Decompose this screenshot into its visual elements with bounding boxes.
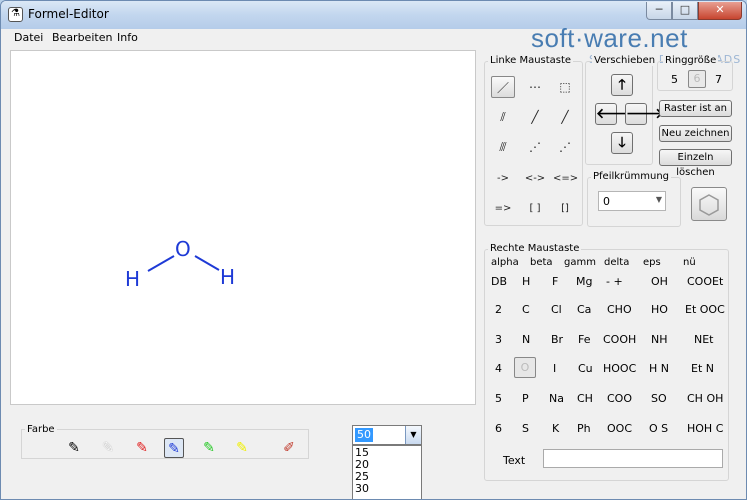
bold-wedge-tool[interactable]: ╱ (553, 106, 577, 128)
brush-green-icon[interactable]: ✎ (199, 438, 219, 458)
menu-bearbeiten[interactable]: Bearbeiten (52, 31, 112, 44)
atom-cell[interactable]: COOEt (687, 275, 746, 288)
greek-nu[interactable]: nü (683, 257, 696, 268)
linke-maustaste-label: Linke Maustaste (488, 55, 574, 66)
brush-white-icon[interactable]: ✎ (98, 438, 118, 458)
ring-button[interactable] (691, 187, 727, 221)
molecule-bonds (147, 255, 220, 272)
size-combo-value: 50 (355, 428, 373, 442)
drawing-canvas[interactable]: H O H (10, 50, 476, 405)
greek-delta[interactable]: delta (604, 257, 629, 268)
arrow-down-icon[interactable]: 🡓 (611, 132, 633, 154)
bond-h-o (147, 255, 175, 272)
arrow-right-icon[interactable]: 🡒 (625, 103, 664, 125)
bracket-spaced-tool[interactable]: [ ] (523, 198, 547, 220)
raster-toggle-button[interactable]: Raster ist an (659, 100, 732, 117)
pfeilkruemmung-label: Pfeilkrümmung (591, 171, 672, 182)
atom-cell-selected[interactable]: O (514, 357, 536, 378)
bracket-tool[interactable]: [] (553, 198, 577, 220)
double-arrow-tool[interactable]: <-> (523, 168, 547, 190)
brush-blue-icon[interactable]: ✎ (164, 438, 184, 458)
brush-yellow-icon[interactable]: ✎ (232, 438, 252, 458)
greek-beta[interactable]: beta (530, 257, 553, 268)
atom-cell[interactable]: HOH C (687, 422, 746, 435)
select-rect-tool[interactable]: ⬚ (553, 76, 577, 98)
brush-multicolor-icon[interactable]: ✐ (279, 438, 299, 458)
greek-epsilon[interactable]: eps (643, 257, 661, 268)
maximize-button[interactable]: □ (672, 2, 698, 20)
hashed-wedge-tool[interactable]: ⋰ (523, 136, 547, 158)
ring-size-selected[interactable]: 6 (688, 70, 706, 88)
watermark-logo: soft·ware.net (531, 23, 688, 53)
einzeln-loeschen-button[interactable]: Einzeln löschen (659, 149, 732, 178)
neu-zeichnen-button[interactable]: Neu zeichnen (659, 125, 732, 142)
brush-red-icon[interactable]: ✎ (132, 438, 152, 458)
ringgroesse-label: Ringgröße (663, 55, 719, 66)
single-bond-tool[interactable]: ／ (491, 76, 515, 98)
pfeilkruemmung-select[interactable]: 0 ▼ (598, 191, 666, 211)
reaction-arrow-tool[interactable]: => (491, 198, 515, 220)
ring-size-option[interactable]: 7 (715, 73, 722, 86)
dotted-bond-tool[interactable]: ⋯ (523, 76, 547, 98)
arrow-tool[interactable]: -> (491, 168, 515, 190)
pfeilkruemmung-value: 0 (603, 195, 610, 208)
greek-gamma[interactable]: gamm (564, 257, 596, 268)
triple-bond-tool[interactable]: ⫻ (491, 136, 515, 158)
greek-alpha[interactable]: alpha (491, 257, 519, 268)
menu-datei[interactable]: Datei (14, 31, 43, 44)
window-title: Formel-Editor (28, 7, 109, 21)
hashed-bold-tool[interactable]: ⋰ (553, 136, 577, 158)
atom-o[interactable]: O (175, 237, 191, 261)
farbe-label: Farbe (25, 424, 57, 435)
text-input[interactable] (543, 449, 723, 468)
chevron-down-icon[interactable]: ▼ (656, 195, 662, 204)
brush-black-icon[interactable]: ✎ (64, 438, 84, 458)
atom-cell[interactable]: Et N (691, 362, 746, 375)
bond-o-h (194, 255, 220, 271)
atom-cell[interactable]: CH OH (687, 392, 746, 405)
arrow-up-icon[interactable]: 🡑 (611, 74, 633, 96)
atom-cell[interactable]: NEt (694, 333, 746, 346)
ring-size-option[interactable]: 5 (671, 73, 678, 86)
close-button[interactable]: ✕ (698, 2, 742, 20)
size-combo[interactable]: 50 ▼ (352, 425, 422, 445)
atom-h-right[interactable]: H (220, 265, 235, 289)
equilibrium-arrow-tool[interactable]: <=> (553, 168, 578, 190)
size-option[interactable]: 30 (355, 482, 369, 495)
formel-editor-window: ⚗ Formel-Editor ─ □ ✕ Datei Bearbeiten I… (0, 0, 747, 500)
double-bond-tool[interactable]: ⫽ (491, 106, 515, 128)
arrow-left-icon[interactable]: 🡐 (595, 103, 634, 125)
chevron-down-icon[interactable]: ▼ (405, 426, 421, 444)
rechte-maustaste-label: Rechte Maustaste (488, 243, 582, 254)
minimize-button[interactable]: ─ (646, 2, 672, 20)
verschieben-label: Verschieben (592, 55, 658, 66)
atom-cell[interactable]: Et OOC (685, 303, 745, 316)
wedge-bond-tool[interactable]: ╱ (523, 106, 547, 128)
hexagon-icon (699, 194, 719, 216)
size-dropdown-list: 15 20 25 30 (352, 445, 422, 499)
menu-info[interactable]: Info (117, 31, 138, 44)
atom-h-left[interactable]: H (125, 267, 140, 291)
flask-icon: ⚗ (8, 7, 23, 22)
